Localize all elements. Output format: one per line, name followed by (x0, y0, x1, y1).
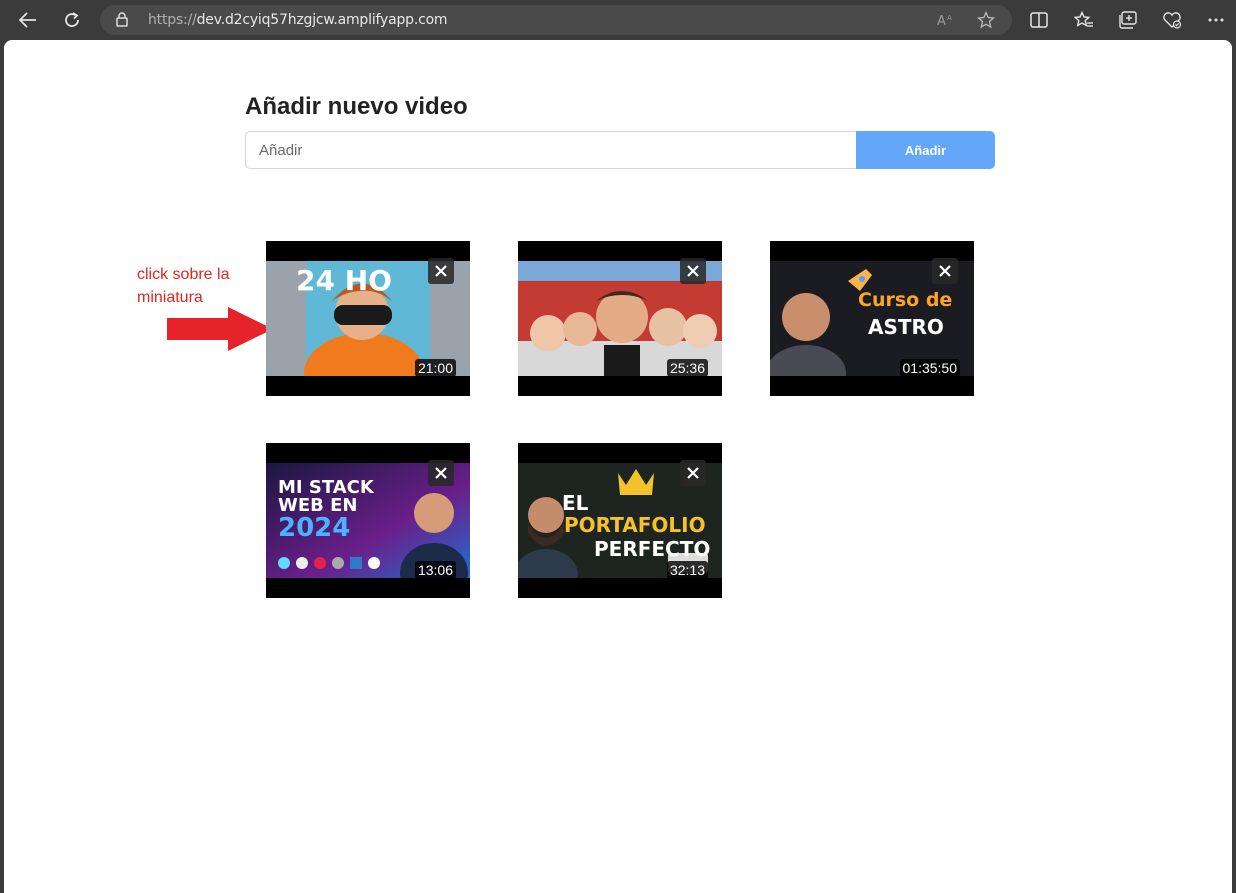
remove-video-button[interactable] (932, 258, 958, 284)
page-content: Añadir nuevo video Añadir click sobre la… (4, 40, 1232, 893)
thumbnail-caption: PERFECTO (594, 537, 711, 561)
remove-video-button[interactable] (428, 460, 454, 486)
add-video-button[interactable]: Añadir (856, 131, 995, 169)
video-card[interactable]: EL PORTAFOLIO PERFECTO 32:13 (518, 443, 722, 598)
close-icon (435, 265, 447, 277)
remove-video-button[interactable] (680, 460, 706, 486)
add-video-title: Añadir nuevo video (245, 93, 468, 120)
address-bar[interactable]: https://dev.d2cyiq57hzgjcw.amplifyapp.co… (100, 5, 1012, 35)
browser-toolbar: https://dev.d2cyiq57hzgjcw.amplifyapp.co… (0, 0, 1236, 40)
video-duration: 32:13 (666, 561, 708, 579)
thumbnail-caption: 24 HO (296, 264, 392, 297)
close-icon (687, 265, 699, 277)
split-screen-icon[interactable] (1025, 6, 1053, 34)
add-video-input[interactable] (245, 131, 857, 169)
browser-essentials-icon[interactable] (1158, 6, 1186, 34)
remove-video-button[interactable] (428, 258, 454, 284)
thumbnail-caption: EL (562, 491, 589, 515)
back-arrow-icon[interactable] (14, 6, 42, 34)
thumbnail-caption: ASTRO (868, 315, 944, 339)
annotation-text: click sobre la miniatura (137, 266, 230, 306)
close-icon (435, 467, 447, 479)
more-options-icon[interactable] (1202, 6, 1230, 34)
video-card[interactable]: 24 HO 21:00 (266, 241, 470, 396)
remove-video-button[interactable] (680, 258, 706, 284)
svg-text:A: A (947, 14, 952, 22)
video-duration: 13:06 (414, 561, 456, 579)
video-duration: 01:35:50 (899, 359, 960, 377)
url-host: dev.d2cyiq57hzgjcw.amplifyapp.com (196, 12, 448, 28)
url-text[interactable]: https://dev.d2cyiq57hzgjcw.amplifyapp.co… (148, 12, 448, 28)
read-aloud-icon[interactable]: AA (936, 10, 956, 30)
video-card[interactable]: MI STACK WEB EN 2024 13:06 (266, 443, 470, 598)
collections-icon[interactable] (1114, 6, 1142, 34)
close-icon (687, 467, 699, 479)
url-scheme: https:// (148, 12, 197, 28)
refresh-icon[interactable] (58, 6, 86, 34)
annotation-arrow-icon (167, 307, 273, 351)
video-duration: 21:00 (414, 359, 456, 377)
thumbnail-caption: 2024 (278, 513, 351, 543)
thumbnail-caption: PORTAFOLIO (564, 513, 706, 537)
close-icon (939, 265, 951, 277)
favorites-icon[interactable] (1070, 6, 1098, 34)
video-card[interactable]: 25:36 (518, 241, 722, 396)
video-card[interactable]: Curso de ASTRO 01:35:50 (770, 241, 974, 396)
video-duration: 25:36 (666, 359, 708, 377)
thumbnail-caption: Curso de (858, 289, 953, 311)
favorite-star-icon[interactable] (976, 10, 996, 30)
svg-text:A: A (937, 14, 946, 27)
lock-icon[interactable] (116, 12, 128, 27)
